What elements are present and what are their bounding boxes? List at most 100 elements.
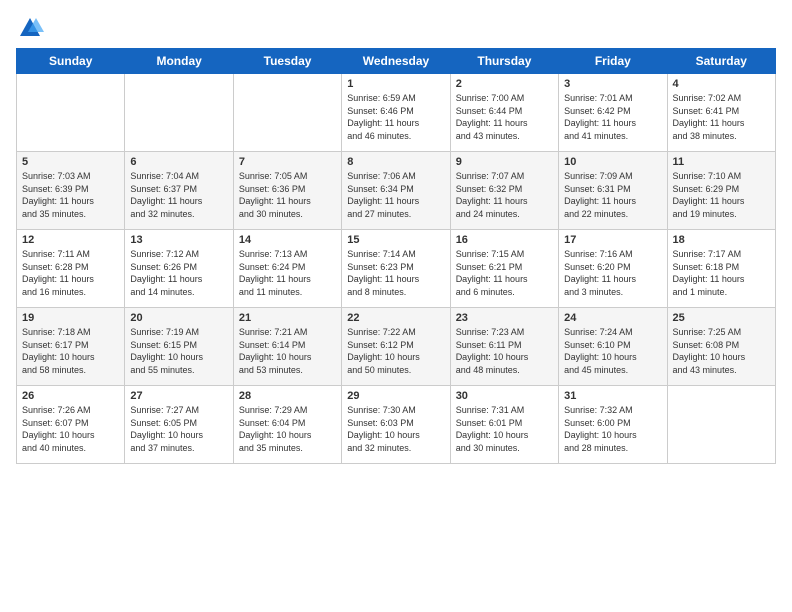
day-cell <box>667 386 775 464</box>
day-info: Sunrise: 7:16 AM Sunset: 6:20 PM Dayligh… <box>564 248 661 298</box>
day-info: Sunrise: 7:32 AM Sunset: 6:00 PM Dayligh… <box>564 404 661 454</box>
day-cell: 4 Sunrise: 7:02 AM Sunset: 6:41 PM Daylig… <box>667 74 775 152</box>
day-number: 3 <box>564 78 661 90</box>
day-info: Sunrise: 7:15 AM Sunset: 6:21 PM Dayligh… <box>456 248 553 298</box>
day-cell: 5 Sunrise: 7:03 AM Sunset: 6:39 PM Daylig… <box>17 152 125 230</box>
day-number: 7 <box>239 156 336 168</box>
header <box>16 10 776 42</box>
day-number: 8 <box>347 156 444 168</box>
day-number: 20 <box>130 312 227 324</box>
day-info: Sunrise: 7:05 AM Sunset: 6:36 PM Dayligh… <box>239 170 336 220</box>
day-number: 30 <box>456 390 553 402</box>
day-cell: 17Sunrise: 7:16 AM Sunset: 6:20 PM Dayli… <box>559 230 667 308</box>
weekday-header-friday: Friday <box>559 49 667 74</box>
weekday-header-sunday: Sunday <box>17 49 125 74</box>
day-info: Sunrise: 7:02 AM Sunset: 6:41 PM Dayligh… <box>673 92 770 142</box>
day-number: 15 <box>347 234 444 246</box>
day-number: 6 <box>130 156 227 168</box>
day-number: 21 <box>239 312 336 324</box>
day-number: 27 <box>130 390 227 402</box>
day-cell: 12 Sunrise: 7:11 AM Sunset: 6:28 PM Dayli… <box>17 230 125 308</box>
day-cell: 15 Sunrise: 7:14 AM Sunset: 6:23 PM Dayli… <box>342 230 450 308</box>
day-cell: 9 Sunrise: 7:07 AM Sunset: 6:32 PM Daylig… <box>450 152 558 230</box>
day-cell: 13 Sunrise: 7:12 AM Sunset: 6:26 PM Dayli… <box>125 230 233 308</box>
day-info: Sunrise: 7:17 AM Sunset: 6:18 PM Dayligh… <box>673 248 770 298</box>
day-cell: 21 Sunrise: 7:21 AM Sunset: 6:14 PM Dayli… <box>233 308 341 386</box>
day-number: 10 <box>564 156 661 168</box>
day-number: 23 <box>456 312 553 324</box>
day-number: 13 <box>130 234 227 246</box>
day-cell: 1Sunrise: 6:59 AM Sunset: 6:46 PM Daylig… <box>342 74 450 152</box>
day-cell: 26Sunrise: 7:26 AM Sunset: 6:07 PM Dayli… <box>17 386 125 464</box>
day-info: Sunrise: 7:23 AM Sunset: 6:11 PM Dayligh… <box>456 326 553 376</box>
day-number: 31 <box>564 390 661 402</box>
day-cell <box>125 74 233 152</box>
day-info: Sunrise: 7:22 AM Sunset: 6:12 PM Dayligh… <box>347 326 444 376</box>
weekday-header-monday: Monday <box>125 49 233 74</box>
day-cell: 7 Sunrise: 7:05 AM Sunset: 6:36 PM Daylig… <box>233 152 341 230</box>
day-number: 22 <box>347 312 444 324</box>
week-row-3: 12 Sunrise: 7:11 AM Sunset: 6:28 PM Dayli… <box>17 230 776 308</box>
week-row-2: 5 Sunrise: 7:03 AM Sunset: 6:39 PM Daylig… <box>17 152 776 230</box>
day-cell: 24 Sunrise: 7:24 AM Sunset: 6:10 PM Dayli… <box>559 308 667 386</box>
day-number: 28 <box>239 390 336 402</box>
day-cell: 29 Sunrise: 7:30 AM Sunset: 6:03 PM Dayli… <box>342 386 450 464</box>
day-number: 18 <box>673 234 770 246</box>
weekday-header-wednesday: Wednesday <box>342 49 450 74</box>
day-info: Sunrise: 7:24 AM Sunset: 6:10 PM Dayligh… <box>564 326 661 376</box>
day-info: Sunrise: 7:03 AM Sunset: 6:39 PM Dayligh… <box>22 170 119 220</box>
day-info: Sunrise: 7:04 AM Sunset: 6:37 PM Dayligh… <box>130 170 227 220</box>
day-cell: 3Sunrise: 7:01 AM Sunset: 6:42 PM Daylig… <box>559 74 667 152</box>
day-number: 5 <box>22 156 119 168</box>
weekday-header-row: SundayMondayTuesdayWednesdayThursdayFrid… <box>17 49 776 74</box>
day-cell: 8 Sunrise: 7:06 AM Sunset: 6:34 PM Daylig… <box>342 152 450 230</box>
day-info: Sunrise: 7:11 AM Sunset: 6:28 PM Dayligh… <box>22 248 119 298</box>
day-info: Sunrise: 6:59 AM Sunset: 6:46 PM Dayligh… <box>347 92 444 142</box>
day-number: 16 <box>456 234 553 246</box>
day-info: Sunrise: 7:13 AM Sunset: 6:24 PM Dayligh… <box>239 248 336 298</box>
day-info: Sunrise: 7:27 AM Sunset: 6:05 PM Dayligh… <box>130 404 227 454</box>
day-cell: 31 Sunrise: 7:32 AM Sunset: 6:00 PM Dayli… <box>559 386 667 464</box>
day-number: 24 <box>564 312 661 324</box>
day-cell: 30 Sunrise: 7:31 AM Sunset: 6:01 PM Dayli… <box>450 386 558 464</box>
week-row-4: 19Sunrise: 7:18 AM Sunset: 6:17 PM Dayli… <box>17 308 776 386</box>
day-cell: 16 Sunrise: 7:15 AM Sunset: 6:21 PM Dayli… <box>450 230 558 308</box>
day-info: Sunrise: 7:00 AM Sunset: 6:44 PM Dayligh… <box>456 92 553 142</box>
day-number: 11 <box>673 156 770 168</box>
day-number: 4 <box>673 78 770 90</box>
day-info: Sunrise: 7:09 AM Sunset: 6:31 PM Dayligh… <box>564 170 661 220</box>
day-cell: 14 Sunrise: 7:13 AM Sunset: 6:24 PM Dayli… <box>233 230 341 308</box>
day-cell: 19Sunrise: 7:18 AM Sunset: 6:17 PM Dayli… <box>17 308 125 386</box>
week-row-5: 26Sunrise: 7:26 AM Sunset: 6:07 PM Dayli… <box>17 386 776 464</box>
day-cell: 6 Sunrise: 7:04 AM Sunset: 6:37 PM Daylig… <box>125 152 233 230</box>
day-info: Sunrise: 7:31 AM Sunset: 6:01 PM Dayligh… <box>456 404 553 454</box>
day-cell: 11 Sunrise: 7:10 AM Sunset: 6:29 PM Dayli… <box>667 152 775 230</box>
day-info: Sunrise: 7:14 AM Sunset: 6:23 PM Dayligh… <box>347 248 444 298</box>
day-number: 26 <box>22 390 119 402</box>
week-row-1: 1Sunrise: 6:59 AM Sunset: 6:46 PM Daylig… <box>17 74 776 152</box>
calendar: SundayMondayTuesdayWednesdayThursdayFrid… <box>16 48 776 464</box>
day-info: Sunrise: 7:21 AM Sunset: 6:14 PM Dayligh… <box>239 326 336 376</box>
day-cell: 27 Sunrise: 7:27 AM Sunset: 6:05 PM Dayli… <box>125 386 233 464</box>
day-cell: 22 Sunrise: 7:22 AM Sunset: 6:12 PM Dayli… <box>342 308 450 386</box>
day-info: Sunrise: 7:10 AM Sunset: 6:29 PM Dayligh… <box>673 170 770 220</box>
day-cell: 10 Sunrise: 7:09 AM Sunset: 6:31 PM Dayli… <box>559 152 667 230</box>
day-number: 2 <box>456 78 553 90</box>
day-cell: 20Sunrise: 7:19 AM Sunset: 6:15 PM Dayli… <box>125 308 233 386</box>
day-info: Sunrise: 7:07 AM Sunset: 6:32 PM Dayligh… <box>456 170 553 220</box>
day-number: 29 <box>347 390 444 402</box>
day-cell: 18 Sunrise: 7:17 AM Sunset: 6:18 PM Dayli… <box>667 230 775 308</box>
day-info: Sunrise: 7:30 AM Sunset: 6:03 PM Dayligh… <box>347 404 444 454</box>
day-number: 25 <box>673 312 770 324</box>
logo-icon <box>16 14 44 42</box>
day-number: 12 <box>22 234 119 246</box>
day-info: Sunrise: 7:12 AM Sunset: 6:26 PM Dayligh… <box>130 248 227 298</box>
day-number: 9 <box>456 156 553 168</box>
page: SundayMondayTuesdayWednesdayThursdayFrid… <box>0 0 792 612</box>
day-cell <box>233 74 341 152</box>
weekday-header-thursday: Thursday <box>450 49 558 74</box>
day-number: 14 <box>239 234 336 246</box>
weekday-header-tuesday: Tuesday <box>233 49 341 74</box>
day-info: Sunrise: 7:06 AM Sunset: 6:34 PM Dayligh… <box>347 170 444 220</box>
day-info: Sunrise: 7:18 AM Sunset: 6:17 PM Dayligh… <box>22 326 119 376</box>
